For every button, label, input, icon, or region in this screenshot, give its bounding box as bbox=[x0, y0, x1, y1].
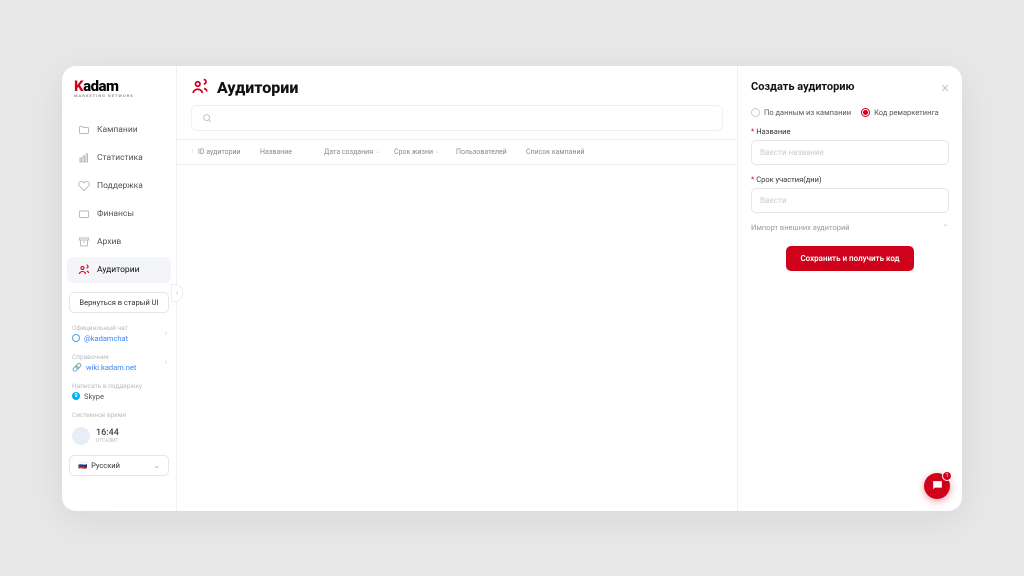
import-label: Импорт внешних аудиторий bbox=[751, 223, 850, 232]
chat-icon bbox=[931, 479, 944, 492]
heart-icon bbox=[78, 180, 90, 192]
sidebar-item-campaigns[interactable]: Кампании bbox=[67, 117, 171, 143]
search-icon bbox=[202, 113, 212, 123]
close-icon[interactable]: × bbox=[941, 78, 949, 96]
info-title: Справочник bbox=[72, 353, 166, 361]
sort-icon[interactable]: ↑ bbox=[191, 148, 194, 155]
radio-remarketing-code[interactable]: Код ремаркетинга bbox=[861, 108, 939, 117]
sidebar-item-archive[interactable]: Архив bbox=[67, 229, 171, 255]
sidebar-collapse-button[interactable]: ‹ bbox=[171, 284, 183, 302]
sort-icon: ⌄ bbox=[375, 148, 380, 155]
name-input[interactable] bbox=[751, 140, 949, 165]
main-content: Аудитории ↑ ID аудитории Название Дата с… bbox=[177, 66, 737, 511]
old-ui-button[interactable]: Вернуться в старый UI bbox=[69, 292, 169, 313]
radio-unchecked-icon bbox=[751, 108, 760, 117]
flag-icon: 🇷🇺 bbox=[78, 461, 87, 470]
time-value: 16:44 bbox=[96, 428, 119, 438]
search-row bbox=[177, 105, 737, 139]
radio-label: По данным из кампании bbox=[764, 108, 851, 117]
audience-icon bbox=[78, 264, 90, 276]
skype-icon: S bbox=[72, 392, 80, 400]
column-lifetime[interactable]: Срок жизни⌄ bbox=[394, 148, 452, 156]
search-input[interactable] bbox=[191, 105, 723, 131]
table-header: ↑ ID аудитории Название Дата создания⌄ С… bbox=[177, 139, 737, 165]
info-title: Официальный чат bbox=[72, 324, 166, 332]
sidebar-item-label: Поддержка bbox=[97, 181, 143, 191]
chevron-right-icon: › bbox=[165, 329, 167, 338]
clock-icon bbox=[72, 427, 90, 445]
page-header: Аудитории bbox=[177, 66, 737, 105]
audience-icon bbox=[191, 78, 209, 96]
sidebar-item-finance[interactable]: Финансы bbox=[67, 201, 171, 227]
column-id[interactable]: ID аудитории bbox=[198, 148, 256, 156]
app-window: Kadam MARKETING NETWORK Кампании Статист… bbox=[62, 66, 962, 511]
import-audiences-toggle[interactable]: Импорт внешних аудиторий ⌃ bbox=[751, 223, 949, 232]
sidebar-item-label: Аудитории bbox=[97, 265, 140, 275]
page-title: Аудитории bbox=[217, 78, 298, 97]
link-icon: 🔗 bbox=[72, 363, 82, 372]
sidebar: Kadam MARKETING NETWORK Кампании Статист… bbox=[62, 66, 177, 511]
sidebar-item-stats[interactable]: Статистика bbox=[67, 145, 171, 171]
panel-title: Создать аудиторию bbox=[751, 80, 854, 93]
system-time-label: Системное время bbox=[62, 406, 176, 423]
column-created[interactable]: Дата создания⌄ bbox=[324, 148, 390, 156]
radio-label: Код ремаркетинга bbox=[874, 108, 939, 117]
telegram-icon bbox=[72, 334, 80, 342]
sidebar-item-audiences[interactable]: Аудитории bbox=[67, 257, 171, 283]
sidebar-item-label: Архив bbox=[97, 237, 121, 247]
create-audience-panel: Создать аудиторию × По данным из кампани… bbox=[737, 66, 962, 511]
language-select[interactable]: 🇷🇺 Русский ⌄ bbox=[69, 455, 169, 476]
column-name[interactable]: Название bbox=[260, 148, 320, 156]
official-chat-link[interactable]: Официальный чат @kadamchat › bbox=[62, 319, 176, 348]
nav: Кампании Статистика Поддержка Финансы Ар… bbox=[62, 116, 176, 284]
term-input[interactable] bbox=[751, 188, 949, 213]
chat-badge: 1 bbox=[942, 471, 952, 481]
sidebar-item-label: Кампании bbox=[97, 125, 138, 135]
info-title: Написать в поддержку bbox=[72, 382, 166, 390]
chevron-up-icon: ⌃ bbox=[942, 223, 949, 232]
radio-campaign-data[interactable]: По данным из кампании bbox=[751, 108, 851, 117]
column-campaigns[interactable]: Список кампаний bbox=[526, 148, 723, 156]
logo-subtitle: MARKETING NETWORK bbox=[74, 93, 164, 98]
docs-link[interactable]: Справочник 🔗 wiki.kadam.net › bbox=[62, 348, 176, 377]
language-value: Русский bbox=[91, 461, 120, 470]
sidebar-item-label: Финансы bbox=[97, 209, 134, 219]
radio-checked-icon bbox=[861, 108, 870, 117]
logo: Kadam MARKETING NETWORK bbox=[62, 77, 176, 108]
info-value: wiki.kadam.net bbox=[86, 363, 136, 372]
chevron-right-icon: › bbox=[165, 358, 167, 367]
chevron-down-icon: ⌄ bbox=[153, 461, 160, 470]
chart-icon bbox=[78, 152, 90, 164]
sort-icon: ⌄ bbox=[435, 148, 440, 155]
archive-icon bbox=[78, 236, 90, 248]
term-field-label: *Срок участия(дни) bbox=[751, 175, 949, 184]
audience-type-radio-group: По данным из кампании Код ремаркетинга bbox=[751, 108, 949, 117]
folder-icon bbox=[78, 124, 90, 136]
time-zone: UTC+0MT bbox=[96, 438, 119, 444]
sidebar-item-support[interactable]: Поддержка bbox=[67, 173, 171, 199]
sidebar-item-label: Статистика bbox=[97, 153, 143, 163]
info-value: Skype bbox=[84, 392, 104, 401]
column-users[interactable]: Пользователей bbox=[456, 148, 522, 156]
name-field-label: *Название bbox=[751, 127, 949, 136]
system-time: 16:44 UTC+0MT bbox=[62, 423, 176, 449]
save-button[interactable]: Сохранить и получить код bbox=[786, 246, 913, 271]
info-value: @kadamchat bbox=[84, 334, 128, 343]
wallet-icon bbox=[78, 208, 90, 220]
support-contact[interactable]: Написать в поддержку S Skype bbox=[62, 377, 176, 406]
chat-bubble-button[interactable]: 1 bbox=[924, 473, 950, 499]
